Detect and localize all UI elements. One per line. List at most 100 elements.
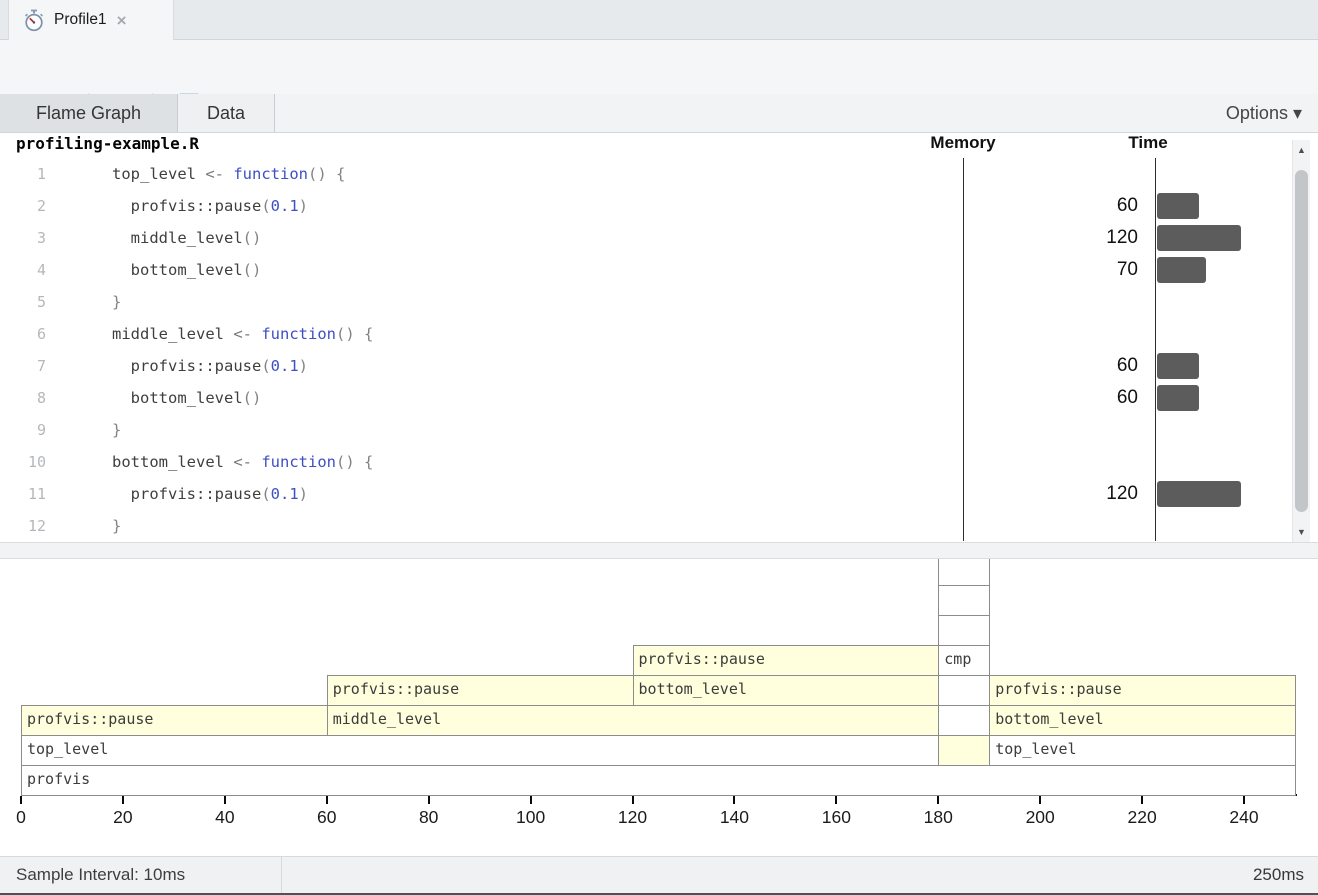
axis-tick-label: 180 bbox=[908, 807, 968, 828]
axis-tick-label: 0 bbox=[0, 807, 51, 828]
code-line[interactable]: 11 profvis::pause(0.1)120 bbox=[0, 478, 1318, 510]
time-value: 60 bbox=[1020, 382, 1138, 414]
time-bar bbox=[1157, 193, 1199, 219]
code-line[interactable]: 9} bbox=[0, 414, 1318, 446]
code-line[interactable]: 12} bbox=[0, 510, 1318, 542]
toolbar: Publish bbox=[0, 40, 1318, 95]
axis-tick-label: 200 bbox=[1010, 807, 1070, 828]
code-text: } bbox=[112, 286, 121, 318]
code-line[interactable]: 1top_level <- function() { bbox=[0, 158, 1318, 190]
flame-graph-panel: profvistop_leveltop_levelprofvis::pausem… bbox=[0, 559, 1318, 856]
flame-block-label: profvis::pause bbox=[995, 680, 1121, 698]
line-number: 6 bbox=[0, 318, 46, 350]
flame-block-label: profvis::pause bbox=[333, 680, 459, 698]
time-column-header: Time bbox=[1078, 133, 1218, 153]
axis-tick-label: 80 bbox=[399, 807, 459, 828]
line-number: 7 bbox=[0, 350, 46, 382]
axis-tick bbox=[1243, 796, 1245, 804]
flame-block[interactable]: profvis::pause bbox=[989, 675, 1296, 706]
axis-tick bbox=[122, 796, 124, 804]
options-menu[interactable]: Options ▾ bbox=[1226, 94, 1302, 132]
flame-block[interactable] bbox=[938, 559, 990, 586]
view-tab-bar: Flame Graph Data Options ▾ bbox=[0, 94, 1318, 133]
document-tab-bar: Profile1 × bbox=[0, 0, 1318, 40]
time-value: 120 bbox=[1020, 478, 1138, 510]
code-line[interactable]: 10bottom_level <- function() { bbox=[0, 446, 1318, 478]
axis-tick-label: 20 bbox=[93, 807, 153, 828]
sample-interval-label: Sample Interval: 10ms bbox=[0, 857, 282, 893]
code-text: bottom_level() bbox=[112, 382, 261, 414]
tab-flame-graph[interactable]: Flame Graph bbox=[0, 94, 178, 132]
flame-block-label: middle_level bbox=[333, 710, 441, 728]
code-line[interactable]: 3 middle_level()120 bbox=[0, 222, 1318, 254]
axis-tick bbox=[733, 796, 735, 804]
code-line[interactable]: 5} bbox=[0, 286, 1318, 318]
flame-block[interactable]: profvis::pause bbox=[21, 705, 328, 736]
scrollbar-down-icon[interactable]: ▼ bbox=[1293, 522, 1310, 542]
flame-block[interactable]: top_level bbox=[21, 735, 939, 766]
time-bar bbox=[1157, 257, 1206, 283]
source-filename: profiling-example.R bbox=[16, 134, 199, 153]
axis-tick bbox=[428, 796, 430, 804]
line-number: 11 bbox=[0, 478, 46, 510]
scrollbar-thumb[interactable] bbox=[1295, 170, 1308, 512]
code-text: bottom_level <- function() { bbox=[112, 446, 373, 478]
flame-block[interactable] bbox=[938, 585, 990, 616]
code-text: } bbox=[112, 510, 121, 542]
flame-block[interactable]: profvis::pause bbox=[327, 675, 634, 706]
code-panel-header: profiling-example.R Memory Time bbox=[0, 133, 1318, 158]
flame-block-label: profvis::pause bbox=[639, 650, 765, 668]
tab-close-icon[interactable]: × bbox=[117, 12, 127, 29]
memory-column-header: Memory bbox=[893, 133, 1033, 153]
axis-tick bbox=[530, 796, 532, 804]
axis-tick bbox=[1141, 796, 1143, 804]
flame-block[interactable]: profvis bbox=[21, 765, 1296, 796]
code-line[interactable]: 7 profvis::pause(0.1)60 bbox=[0, 350, 1318, 382]
axis-tick bbox=[20, 796, 22, 804]
line-number: 3 bbox=[0, 222, 46, 254]
flame-block-label: top_level bbox=[27, 740, 108, 758]
flame-block[interactable] bbox=[938, 705, 990, 736]
flame-block[interactable] bbox=[938, 615, 990, 646]
code-line[interactable]: 2 profvis::pause(0.1)60 bbox=[0, 190, 1318, 222]
time-bar bbox=[1157, 481, 1241, 507]
code-line[interactable]: 8 bottom_level() 60 bbox=[0, 382, 1318, 414]
code-text: } bbox=[112, 414, 121, 446]
code-text: profvis::pause(0.1) bbox=[112, 190, 308, 222]
code-scrollbar[interactable]: ▲ ▼ bbox=[1292, 140, 1310, 542]
axis-tick-label: 140 bbox=[704, 807, 764, 828]
axis-tick bbox=[1039, 796, 1041, 804]
line-number: 8 bbox=[0, 382, 46, 414]
flame-block-label: bottom_level bbox=[995, 710, 1103, 728]
code-panel: profiling-example.R Memory Time 1top_lev… bbox=[0, 133, 1318, 542]
time-bar bbox=[1157, 385, 1199, 411]
flame-block[interactable] bbox=[938, 735, 990, 766]
code-line[interactable]: 6middle_level <- function() { bbox=[0, 318, 1318, 350]
scrollbar-up-icon[interactable]: ▲ bbox=[1293, 140, 1310, 160]
flame-block-label: profvis::pause bbox=[27, 710, 153, 728]
total-time-label: 250ms bbox=[1253, 857, 1304, 893]
flame-block[interactable]: top_level bbox=[989, 735, 1296, 766]
flame-block-label: bottom_level bbox=[639, 680, 747, 698]
line-number: 1 bbox=[0, 158, 46, 190]
flame-block[interactable]: cmp bbox=[938, 645, 990, 676]
code-lines: 1top_level <- function() {2 profvis::pau… bbox=[0, 158, 1318, 542]
axis-tick bbox=[937, 796, 939, 804]
flame-block[interactable]: profvis::pause bbox=[633, 645, 940, 676]
line-number: 2 bbox=[0, 190, 46, 222]
time-value: 60 bbox=[1020, 350, 1138, 382]
panel-divider[interactable] bbox=[0, 542, 1318, 559]
time-value: 120 bbox=[1020, 222, 1138, 254]
tab-profile1[interactable]: Profile1 × bbox=[8, 0, 174, 40]
line-number: 5 bbox=[0, 286, 46, 318]
axis-tick-label: 100 bbox=[501, 807, 561, 828]
flame-block[interactable]: middle_level bbox=[327, 705, 940, 736]
time-bar bbox=[1157, 225, 1241, 251]
code-line[interactable]: 4 bottom_level()70 bbox=[0, 254, 1318, 286]
flame-block[interactable] bbox=[938, 675, 990, 706]
axis-tick-label: 120 bbox=[603, 807, 663, 828]
line-number: 4 bbox=[0, 254, 46, 286]
flame-block[interactable]: bottom_level bbox=[633, 675, 940, 706]
flame-block[interactable]: bottom_level bbox=[989, 705, 1296, 736]
tab-data[interactable]: Data bbox=[178, 94, 275, 132]
